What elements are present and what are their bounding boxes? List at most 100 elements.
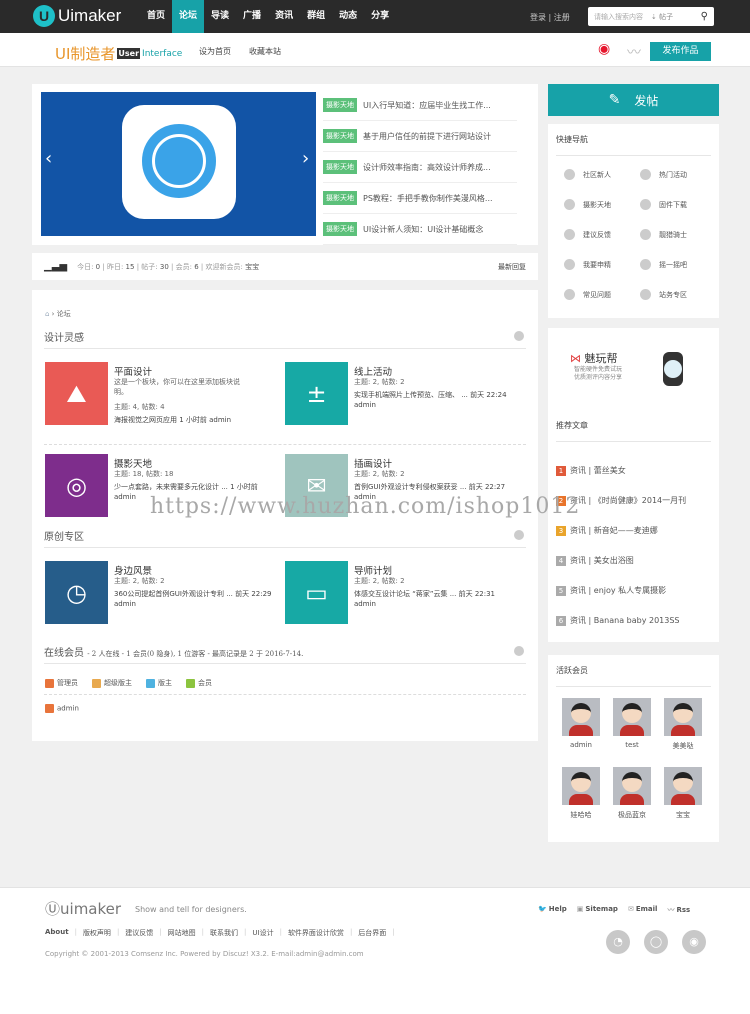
board-name[interactable]: 身边风景 [114, 563, 152, 577]
footer-link[interactable]: About [45, 928, 69, 938]
nav-item[interactable]: 资讯 [268, 0, 300, 33]
quick-nav-item[interactable]: 站务专区 [640, 289, 687, 300]
new-post-button[interactable]: ✎ 发帖 [548, 84, 719, 116]
rss-icon[interactable]: 〰 [627, 42, 641, 62]
footer-right-link[interactable]: 🐦 Help [538, 905, 567, 915]
quick-nav-item[interactable]: 固件下载 [640, 199, 687, 210]
forum-board[interactable]: ± 线上活动 主题: 2, 帖数: 2 实现手机端照片上传预览、压缩、 ... 前天 … [285, 362, 525, 426]
footer-link[interactable]: 软件界面设计欣赏 [288, 928, 344, 938]
quick-nav-item[interactable]: 社区新人 [564, 169, 611, 180]
recommended-item[interactable]: 3 资讯 | 新音妃——麦迪娜 [556, 525, 658, 536]
news-item[interactable]: 摄影天地 设计师效率指南：高效设计师养成... [323, 152, 517, 183]
board-last-author[interactable]: admin [354, 401, 376, 409]
quick-nav-item[interactable]: 靓猎骑士 [640, 229, 687, 240]
nav-item[interactable]: 分享 [364, 0, 396, 33]
recommended-item[interactable]: 6 资讯 | Banana baby 2013SS [556, 615, 680, 626]
quick-nav-item[interactable]: 建议反馈 [564, 229, 611, 240]
nav-item[interactable]: 首页 [140, 0, 172, 33]
board-last-post[interactable]: 海报视觉之网页应用 1 小时前 admin [114, 415, 231, 425]
member-item[interactable]: 极品蓝京 [613, 767, 651, 820]
member-item[interactable]: 娃哈哈 [562, 767, 600, 820]
nav-item[interactable]: 动态 [332, 0, 364, 33]
newest-member-link[interactable]: 宝宝 [245, 262, 259, 272]
login-link[interactable]: 登录 [530, 13, 546, 22]
board-name[interactable]: 线上活动 [354, 364, 392, 378]
search-input[interactable]: 请输入搜索内容 [594, 12, 643, 22]
board-last-author[interactable]: admin [114, 600, 136, 608]
nav-item[interactable]: 群组 [300, 0, 332, 33]
footer-right-link[interactable]: 〰 Rss [667, 905, 690, 915]
set-home-link[interactable]: 设为首页 [199, 46, 231, 57]
brand-logo[interactable]: UI制造者 User Interface [55, 43, 182, 64]
member-name: 宝宝 [676, 811, 690, 819]
search-scope-select[interactable]: ⇣ 帖子 [651, 12, 673, 22]
news-item[interactable]: 摄影天地 UI设计新人须知：UI设计基础概念 [323, 214, 517, 245]
board-name[interactable]: 插画设计 [354, 456, 392, 470]
news-item[interactable]: 摄影天地 基于用户信任的前提下进行网站设计 [323, 121, 517, 152]
site-logo[interactable]: U Uimaker [33, 5, 121, 27]
board-name[interactable]: 导师计划 [354, 563, 392, 577]
footer-link[interactable]: 联系我们 [210, 928, 238, 938]
online-title: 在线会员 [44, 648, 84, 659]
recommended-item[interactable]: 5 资讯 | enjoy 私人专属摄影 [556, 585, 666, 596]
member-item[interactable]: 美美哒 [664, 698, 702, 751]
nav-item[interactable]: 论坛 [172, 0, 205, 33]
board-last-post[interactable]: 实现手机端照片上传预览、压缩、 ... 前天 22:24 [354, 390, 507, 400]
latest-reply-link[interactable]: 最新回复 [498, 262, 526, 272]
recommended-item[interactable]: 1 资讯 | 蕾丝美女 [556, 465, 626, 476]
forum-board[interactable]: ⛰ 平面设计 这是一个板块，你可以在这里添加板块说明。 主题: 4, 帖数: 4 海报视… [45, 362, 285, 426]
rank-badge: 6 [556, 615, 566, 626]
footer-link[interactable]: 版权声明 [83, 928, 111, 938]
recommended-item[interactable]: 4 资讯 | 美女出浴图 [556, 555, 634, 566]
footer-link[interactable]: 后台界面 [358, 928, 386, 938]
member-item[interactable]: admin [562, 698, 600, 749]
board-last-author[interactable]: admin [114, 493, 136, 501]
board-last-post[interactable]: 体感交互设计论坛 “蒋家”云集 ... 前天 22:31 [354, 589, 495, 599]
board-last-post[interactable]: 少一点套路，未来需要多元化设计 ... 1 小时前 [114, 482, 258, 492]
board-last-post[interactable]: 首例GUI外观设计专利侵权案获妥 ... 前天 22:27 [354, 482, 505, 492]
search-icon[interactable]: ⚲ [701, 11, 708, 22]
search-box[interactable]: 请输入搜索内容 ⇣ 帖子 ⚲ [588, 7, 714, 26]
collapse-icon[interactable] [514, 646, 524, 656]
news-item[interactable]: 摄影天地 PS教程：手把手教你制作美漫风格... [323, 183, 517, 214]
publish-button[interactable]: 发布作品 [650, 42, 711, 61]
news-item[interactable]: 摄影天地 UI入行早知道：应届毕业生找工作... [323, 90, 517, 121]
footer-link[interactable]: 网站地图 [168, 928, 196, 938]
quick-nav-item[interactable]: 摄影天地 [564, 199, 611, 210]
weibo-icon[interactable]: ◉ [682, 930, 706, 954]
footer-logo[interactable]: Ⓤuimaker [45, 898, 121, 919]
board-last-author[interactable]: admin [354, 600, 376, 608]
footer-link[interactable]: 建议反馈 [125, 928, 153, 938]
qq-icon[interactable]: ◯ [644, 930, 668, 954]
footer-right-link[interactable]: ✉ Email [628, 905, 657, 915]
quick-nav-item[interactable]: 我要申精 [564, 259, 611, 270]
collapse-icon[interactable] [514, 331, 524, 341]
weibo-icon[interactable]: ◉ [598, 41, 610, 57]
next-arrow-icon[interactable]: › [302, 148, 309, 169]
collapse-icon[interactable] [514, 530, 524, 540]
nav-item[interactable]: 广播 [236, 0, 268, 33]
bookmark-link[interactable]: 收藏本站 [249, 46, 281, 57]
footer-link[interactable]: UI设计 [252, 928, 273, 938]
board-name[interactable]: 摄影天地 [114, 456, 152, 470]
quick-nav-item[interactable]: 常见问题 [564, 289, 611, 300]
wechat-icon[interactable]: ◔ [606, 930, 630, 954]
board-name[interactable]: 平面设计 [114, 364, 152, 378]
quick-nav-item[interactable]: 热门活动 [640, 169, 687, 180]
board-last-post[interactable]: 360公司提起首例GUI外观设计专利 ... 前天 22:29 [114, 589, 272, 599]
register-link[interactable]: 注册 [554, 13, 570, 22]
quick-nav-item[interactable]: 摇一摇吧 [640, 259, 687, 270]
breadcrumb-forum[interactable]: 论坛 [57, 310, 71, 318]
nav-item[interactable]: 导读 [204, 0, 236, 33]
footer-links: About | 版权声明 | 建议反馈 | 网站地图 | 联系我们 | UI设计 | 软件界面设计欣赏 |… [45, 928, 395, 938]
member-item[interactable]: test [613, 698, 651, 749]
forum-board[interactable]: ▭ 导师计划 主题: 2, 帖数: 2 体感交互设计论坛 “蒋家”云集 ... 前天 … [285, 561, 525, 625]
forum-board[interactable]: ◷ 身边风景 主题: 2, 帖数: 2 360公司提起首例GUI外观设计专利 ... … [45, 561, 285, 625]
prev-arrow-icon[interactable]: ‹ [45, 148, 52, 169]
footer-right-link[interactable]: ▣ Sitemap [577, 905, 618, 915]
home-icon[interactable]: ⌂ [45, 310, 49, 318]
news-title: PS教程：手把手教你制作美漫风格... [363, 193, 493, 203]
ad-banner[interactable]: ⋈ 魅玩帮 智能硬件免费试玩 优质测评内容分享 [548, 328, 719, 410]
online-user[interactable]: admin [45, 704, 79, 713]
member-item[interactable]: 宝宝 [664, 767, 702, 820]
